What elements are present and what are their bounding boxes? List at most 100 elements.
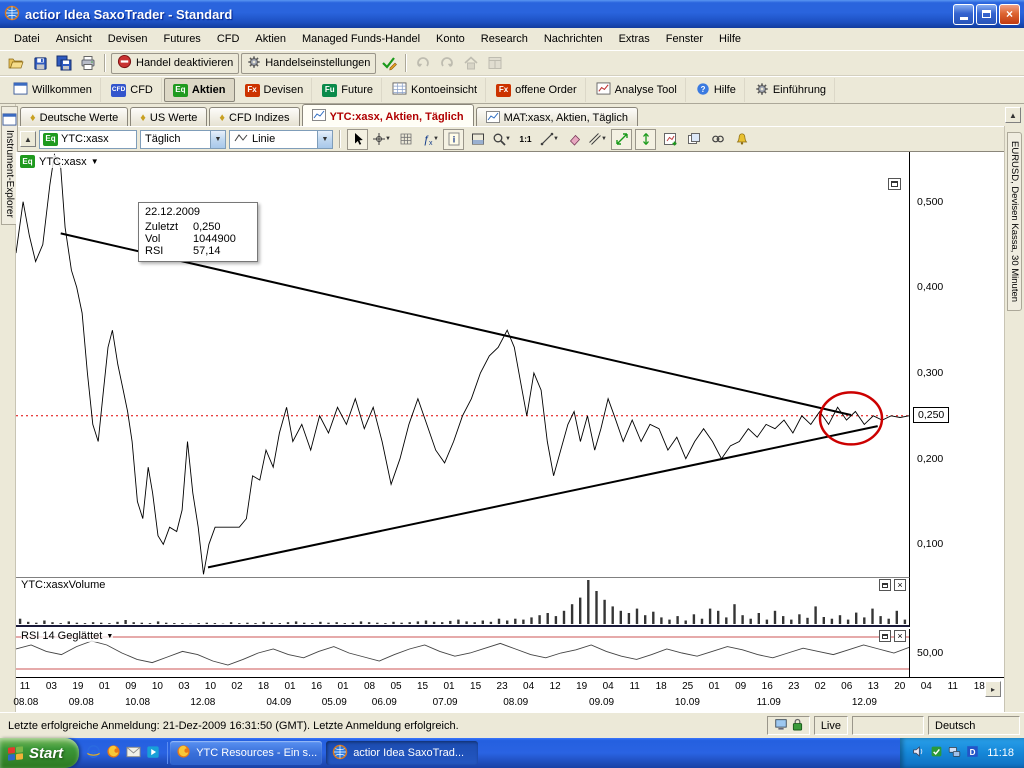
- rsi-title-row[interactable]: RSI 14 Geglättet ▼: [21, 630, 113, 642]
- quicklaunch-media-icon[interactable]: [146, 745, 160, 762]
- print-icon[interactable]: [77, 53, 99, 73]
- price-chart-area[interactable]: Eq YTC:xasx ▼ 22.12.2009 Zuletzt0,250Vol…: [16, 152, 910, 577]
- open-folder-icon[interactable]: [5, 53, 27, 73]
- taskbar-button-actior-idea-saxotrad[interactable]: actior Idea SaxoTrad...: [326, 741, 478, 765]
- menu-item-cfd[interactable]: CFD: [209, 30, 248, 48]
- nav-button-hilfe[interactable]: ?Hilfe: [688, 78, 745, 102]
- channel-tool-button[interactable]: ▼: [587, 129, 608, 150]
- rsi-close-icon[interactable]: ×: [894, 630, 906, 642]
- nav-button-kontoeinsicht[interactable]: Kontoeinsicht: [384, 78, 486, 102]
- language-label: Deutsch: [935, 720, 975, 732]
- symbol-field[interactable]: Eq: [39, 130, 137, 149]
- time-axis[interactable]: ▸ 11031901091003100218011601080515011523…: [16, 677, 1004, 712]
- nav-button-cfd[interactable]: CFDCFD: [103, 78, 162, 102]
- quicklaunch-browser-icon[interactable]: [106, 744, 121, 762]
- menu-item-hilfe[interactable]: Hilfe: [711, 30, 749, 48]
- toolbar-separator: [405, 54, 407, 72]
- day-tick-label: 09: [735, 681, 746, 692]
- quick-launch: e: [79, 744, 167, 762]
- network-tray-icon[interactable]: [948, 745, 961, 761]
- tab-mat-xasx-aktien-täglich[interactable]: MAT:xasx, Aktien, Täglich: [476, 107, 638, 126]
- nav-button-devisen[interactable]: FxDevisen: [237, 78, 313, 102]
- minimize-button[interactable]: [953, 4, 974, 25]
- taskbar-button-ytc-resources-ein-s[interactable]: YTC Resources - Ein s...: [170, 741, 322, 765]
- nav-button-einführung[interactable]: Einführung: [747, 78, 835, 102]
- equity-badge-icon: Eq: [43, 133, 58, 146]
- grid-tool-button[interactable]: [395, 129, 416, 150]
- rsi-panel[interactable]: RSI 14 Geglättet ▼ ×: [16, 629, 910, 677]
- quicklaunch-mail-icon[interactable]: [126, 746, 141, 761]
- volume-canvas[interactable]: [16, 578, 909, 625]
- save-icon[interactable]: [29, 53, 51, 73]
- tab-label: Deutsche Werte: [40, 112, 119, 124]
- add-panel-tool-button[interactable]: [659, 129, 680, 150]
- menu-item-fenster[interactable]: Fenster: [658, 30, 711, 48]
- rsi-restore-icon[interactable]: [879, 630, 891, 642]
- symbol-input[interactable]: [61, 133, 133, 145]
- style-select[interactable]: Linie▼: [229, 130, 333, 149]
- menu-item-datei[interactable]: Datei: [6, 30, 48, 48]
- maximize-button[interactable]: [976, 4, 997, 25]
- trade-disable-button[interactable]: Handel deaktivieren: [111, 53, 239, 74]
- rsi-canvas[interactable]: [16, 629, 909, 677]
- menu-item-aktien[interactable]: Aktien: [247, 30, 294, 48]
- nav-button-willkommen[interactable]: Willkommen: [5, 78, 101, 102]
- save-all-icon[interactable]: [53, 53, 75, 73]
- zoom-tool-button[interactable]: ▼: [491, 129, 512, 150]
- one-to-one-tool-button[interactable]: 1:1: [515, 129, 536, 150]
- speaker-tray-icon[interactable]: [912, 745, 925, 761]
- collapse-panel-button[interactable]: ▲: [20, 131, 36, 147]
- language-tray-icon[interactable]: D: [966, 745, 979, 761]
- tab-cfd-indizes[interactable]: ♦CFD Indizes: [209, 107, 299, 126]
- overlay-tool-button[interactable]: [683, 129, 704, 150]
- dock-tool-button[interactable]: [467, 129, 488, 150]
- menu-item-extras[interactable]: Extras: [611, 30, 658, 48]
- period-select[interactable]: Täglich▼: [140, 130, 226, 149]
- tab-deutsche-werte[interactable]: ♦Deutsche Werte: [20, 107, 128, 126]
- rsi-axis-label: 50,00: [917, 647, 943, 659]
- nav-button-future[interactable]: FuFuture: [314, 78, 382, 102]
- status-tray-icon[interactable]: [930, 745, 943, 761]
- price-label-0-200: 0,200: [917, 453, 943, 465]
- crosshair-tool-button[interactable]: ▼: [371, 129, 392, 150]
- fit-tool-button[interactable]: [611, 129, 632, 150]
- eurusd-panel-tab[interactable]: EURUSD, Devisen Kassa, 30 Minuten: [1007, 132, 1022, 311]
- nav-label: Willkommen: [32, 84, 92, 96]
- indicator-tool-button[interactable]: ƒx▼: [419, 129, 440, 150]
- window-controls: ×: [953, 4, 1020, 25]
- link-tool-button[interactable]: [707, 129, 728, 150]
- axis-scroll-button[interactable]: ▸: [985, 681, 1001, 697]
- restore-window-icon[interactable]: [888, 178, 901, 190]
- nav-button-offene-order[interactable]: Fxoffene Order: [488, 78, 586, 102]
- bell-tool-button[interactable]: [731, 129, 752, 150]
- volume-restore-icon[interactable]: [879, 579, 891, 591]
- menu-item-research[interactable]: Research: [473, 30, 536, 48]
- chart-legend[interactable]: Eq YTC:xasx ▼: [20, 155, 99, 168]
- tab-ytc-xasx-aktien-täglich[interactable]: YTC:xasx, Aktien, Täglich: [302, 104, 474, 126]
- menu-item-devisen[interactable]: Devisen: [100, 30, 156, 48]
- menu-item-nachrichten[interactable]: Nachrichten: [536, 30, 611, 48]
- month-tick-label: 09.09: [589, 697, 614, 708]
- menu-item-ansicht[interactable]: Ansicht: [48, 30, 100, 48]
- menu-item-managed-funds-handel[interactable]: Managed Funds-Handel: [294, 30, 428, 48]
- auto-scale-tool-button[interactable]: [635, 129, 656, 150]
- start-button[interactable]: Start: [0, 738, 79, 768]
- info-tool-button[interactable]: i: [443, 129, 464, 150]
- quicklaunch-internet-icon[interactable]: e: [86, 744, 101, 762]
- menu-item-konto[interactable]: Konto: [428, 30, 473, 48]
- volume-panel[interactable]: YTC:xasxVolume ×: [16, 577, 910, 627]
- close-button[interactable]: ×: [999, 4, 1020, 25]
- price-axis[interactable]: 0,5000,4000,3000,2000,1000,25050,00: [911, 152, 1004, 677]
- tab-scroll-up-button[interactable]: ▲: [1005, 107, 1021, 123]
- menu-item-futures[interactable]: Futures: [156, 30, 209, 48]
- nav-button-analyse-tool[interactable]: Analyse Tool: [588, 78, 686, 102]
- day-tick-label: 04: [921, 681, 932, 692]
- eraser-tool-button[interactable]: [563, 129, 584, 150]
- check-edit-icon[interactable]: [378, 53, 400, 73]
- nav-button-aktien[interactable]: EqAktien: [164, 78, 235, 102]
- trade-settings-button[interactable]: Handelseinstellungen: [241, 53, 376, 74]
- tab-us-werte[interactable]: ♦US Werte: [130, 107, 207, 126]
- volume-close-icon[interactable]: ×: [894, 579, 906, 591]
- pointer-tool-button[interactable]: [347, 129, 368, 150]
- draw-line-tool-button[interactable]: ▼: [539, 129, 560, 150]
